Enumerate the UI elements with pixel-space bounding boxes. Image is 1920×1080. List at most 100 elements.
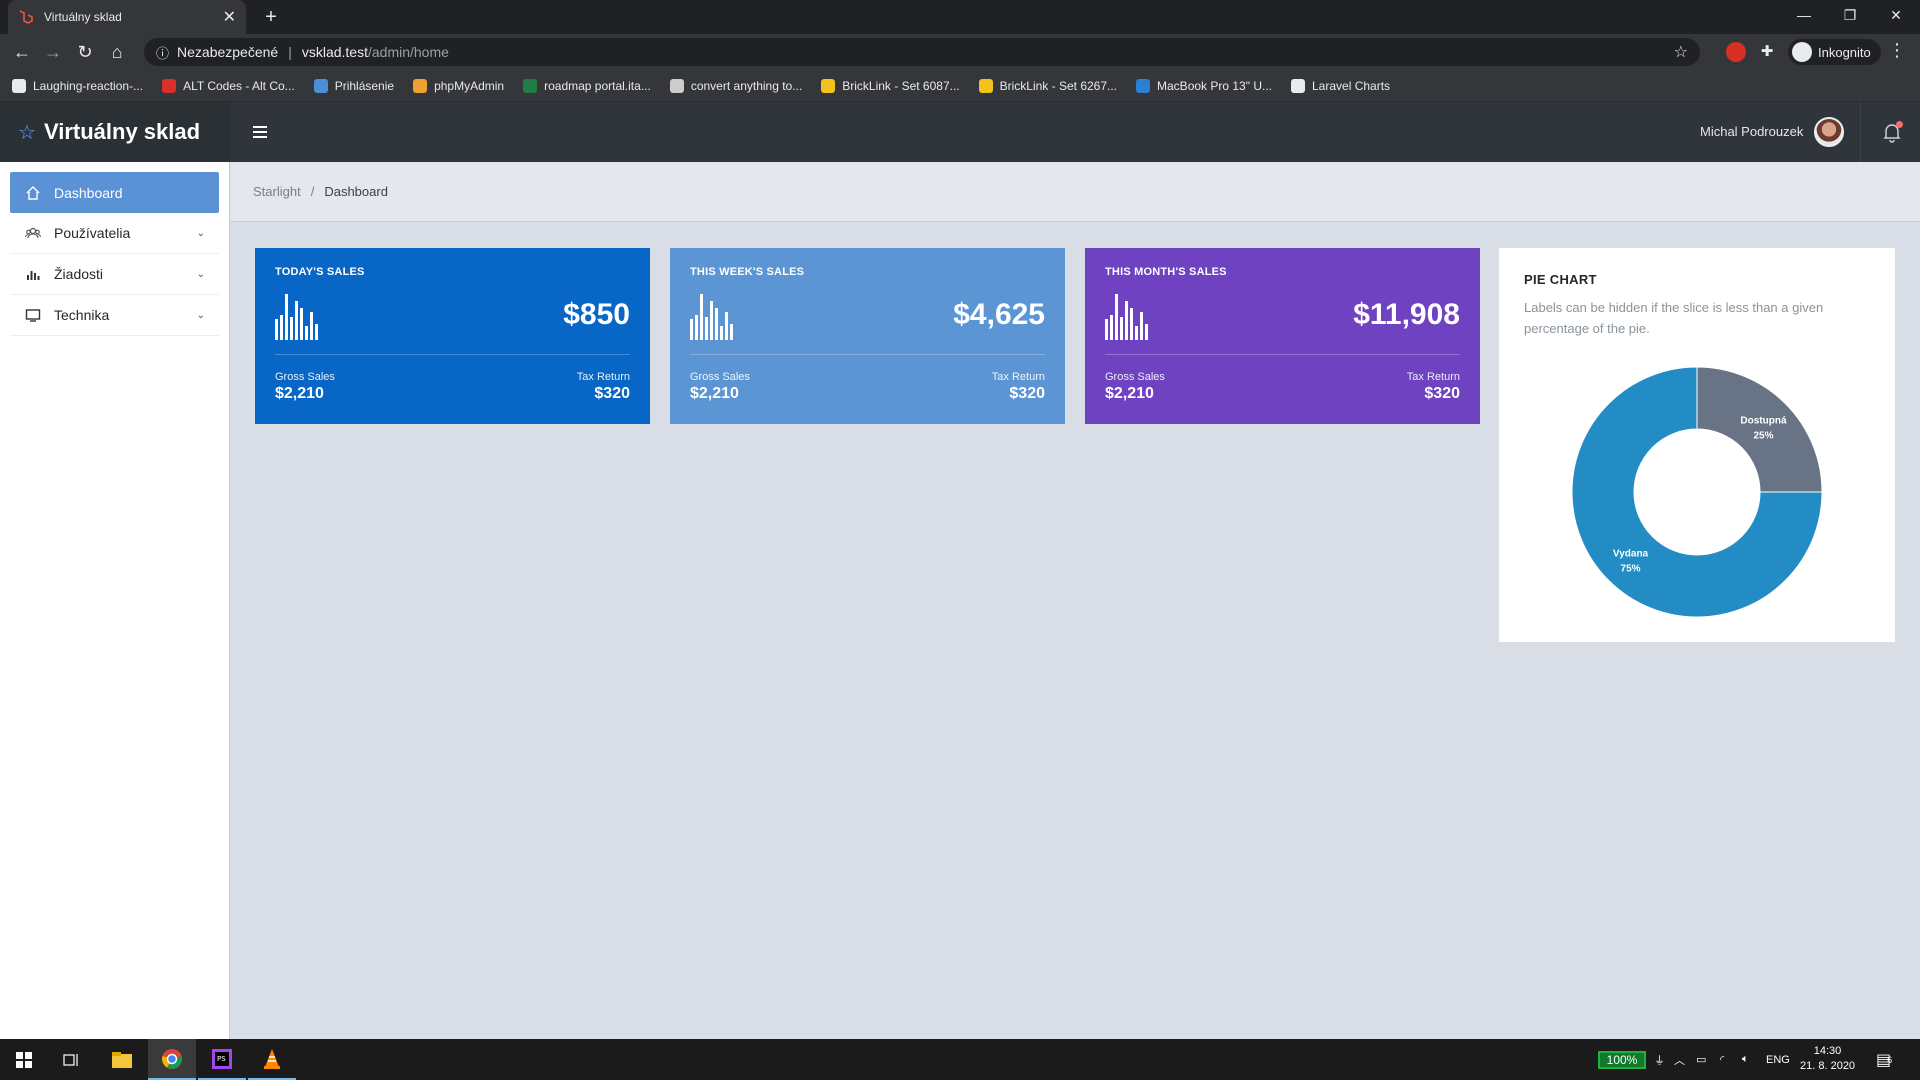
breadcrumb-root[interactable]: Starlight [253,184,301,199]
tray-expand-icon[interactable]: ︿ [1674,1039,1685,1080]
sidebar-item-equipment[interactable]: Technika ⌄ [10,295,219,336]
breadcrumb: Starlight / Dashboard [231,162,1920,222]
weeks-sales-card: THIS WEEK'S SALES $4,625 Gross Sales $2,… [670,248,1065,424]
bookmark-label: Prihlásenie [334,78,395,93]
bookmark-item[interactable]: BrickLink - Set 6087... [821,78,960,93]
language-indicator[interactable]: ENG [1766,1039,1790,1080]
vlc-taskbar-icon[interactable] [248,1039,296,1080]
gross-sales-label: Gross Sales [1105,371,1165,383]
close-tab-icon[interactable]: ✕ [223,7,236,27]
battery-indicator[interactable]: 100% [1598,1051,1646,1069]
minimize-button[interactable]: — [1782,0,1826,30]
users-icon [24,224,42,242]
puzzle-icon[interactable]: ✚ [1757,42,1777,62]
tax-return-value: $320 [1009,385,1045,402]
close-window-button[interactable]: ✕ [1874,0,1918,30]
bookmark-label: Laravel Charts [1312,78,1391,93]
avatar[interactable] [1814,117,1844,147]
sidebar-toggle-button[interactable] [246,118,274,146]
bookmark-item[interactable]: BrickLink - Set 6267... [978,78,1118,93]
browser-tab[interactable]: Virtuálny sklad ✕ [8,0,246,34]
notification-count: 6 [1887,1054,1893,1065]
address-separator: | [288,44,292,60]
brand[interactable]: ☆ Virtuálny sklad [0,102,230,162]
sales-bars-icon [1105,294,1165,340]
sidebar-item-label: Dashboard [54,184,123,201]
gross-sales-label: Gross Sales [690,371,750,383]
home-icon [24,184,42,202]
info-icon[interactable]: ⓘ [156,43,169,62]
battery-icon[interactable]: ▭ [1696,1039,1706,1080]
card-divider [275,354,630,355]
bookmark-favicon-icon [162,78,177,93]
bookmark-item[interactable]: ALT Codes - Alt Co... [162,78,295,93]
url-host: vsklad.test [301,44,368,60]
donut-slice[interactable] [1696,366,1822,493]
bookmark-item[interactable]: Prihlásenie [313,78,395,93]
extension-icon[interactable] [1726,42,1746,62]
donut-chart: Dostupná 25% Vydana 75% [1572,366,1822,618]
incognito-icon [1792,42,1812,62]
chrome-taskbar-icon[interactable] [148,1039,196,1080]
home-button[interactable]: ⌂ [103,38,131,66]
action-center-icon[interactable]: ▤ 6 [1876,1039,1892,1080]
pie-chart-subtitle: Labels can be hidden if the slice is les… [1524,300,1824,336]
sidebar-item-label: Žiadosti [54,266,104,282]
sidebar-item-dashboard[interactable]: Dashboard [10,172,219,213]
volume-icon[interactable]: 🔈︎ [1742,1039,1749,1080]
slice-percent-label: 25% [1753,431,1773,442]
notification-dot [1896,121,1903,128]
reload-button[interactable]: ↻ [71,38,99,66]
tax-return-label: Tax Return [991,371,1045,383]
clock[interactable]: 14:30 21. 8. 2020 [1800,1044,1855,1074]
bookmark-label: convert anything to... [690,78,803,93]
bookmark-label: Laughing-reaction-... [33,78,144,93]
sales-bars-icon [690,294,750,340]
browser-toolbar: ← → ↻ ⌂ ⓘ Nezabezpečené | vsklad.test /a… [0,34,1920,70]
forward-button[interactable]: → [39,38,67,66]
bookmark-item[interactable]: convert anything to... [669,78,803,93]
notification-bell-icon[interactable] [1880,120,1904,144]
restore-button[interactable]: ❐ [1828,0,1872,30]
laravel-favicon-icon [19,10,33,24]
user-name[interactable]: Michal Podrouzek [1700,124,1803,139]
bookmark-item[interactable]: MacBook Pro 13" U... [1136,78,1272,93]
windows-start-icon[interactable] [0,1039,48,1080]
sidebar-item-requests[interactable]: Žiadosti ⌄ [10,254,219,295]
wifi-icon[interactable]: ◜ [1720,1039,1724,1080]
power-plug-icon[interactable]: ⏚ [1654,1039,1665,1080]
breadcrumb-current: Dashboard [324,184,388,199]
file-explorer-icon[interactable] [98,1039,146,1080]
bookmark-item[interactable]: phpMyAdmin [413,78,504,93]
bookmarks-bar: Laughing-reaction-... ALT Codes - Alt Co.… [0,70,1920,102]
address-bar[interactable]: ⓘ Nezabezpečené | vsklad.test /admin/hom… [144,38,1700,66]
chevron-down-icon: ⌄ [196,227,205,239]
bookmark-favicon-icon [413,78,428,93]
phpstorm-taskbar-icon[interactable]: PS [198,1039,246,1080]
bookmark-label: BrickLink - Set 6087... [842,78,960,93]
bookmark-item[interactable]: Laravel Charts [1291,78,1391,93]
sidebar-item-users[interactable]: Používatelia ⌄ [10,213,219,254]
new-tab-button[interactable]: + [258,4,284,30]
bookmark-star-icon[interactable]: ☆ [1674,42,1688,62]
tab-title: Virtuálny sklad [44,10,122,24]
bookmark-favicon-icon [12,78,26,93]
pie-chart-title: PIE CHART [1524,272,1597,287]
bookmark-item[interactable]: roadmap portal.ita... [523,78,651,93]
browser-menu-icon[interactable]: ⋮ [1888,40,1906,61]
todays-sales-card: TODAY'S SALES $850 Gross Sales $2,210 Ta… [255,248,650,424]
monitor-icon [24,306,42,324]
incognito-badge[interactable]: Inkognito [1788,39,1881,65]
bookmark-label: BrickLink - Set 6267... [999,78,1118,93]
gross-sales-value: $2,210 [1105,385,1154,402]
back-button[interactable]: ← [8,38,36,66]
bookmark-label: MacBook Pro 13" U... [1157,78,1272,93]
slice-category-label: Dostupná [1740,416,1787,427]
bookmark-item[interactable]: Laughing-reaction-... [12,78,144,93]
chevron-down-icon: ⌄ [196,268,205,280]
slice-percent-label: 75% [1621,563,1641,574]
bookmark-favicon-icon [313,78,328,93]
task-view-icon[interactable] [48,1039,96,1080]
clock-date: 21. 8. 2020 [1800,1060,1856,1072]
bookmark-favicon-icon [1291,78,1305,93]
